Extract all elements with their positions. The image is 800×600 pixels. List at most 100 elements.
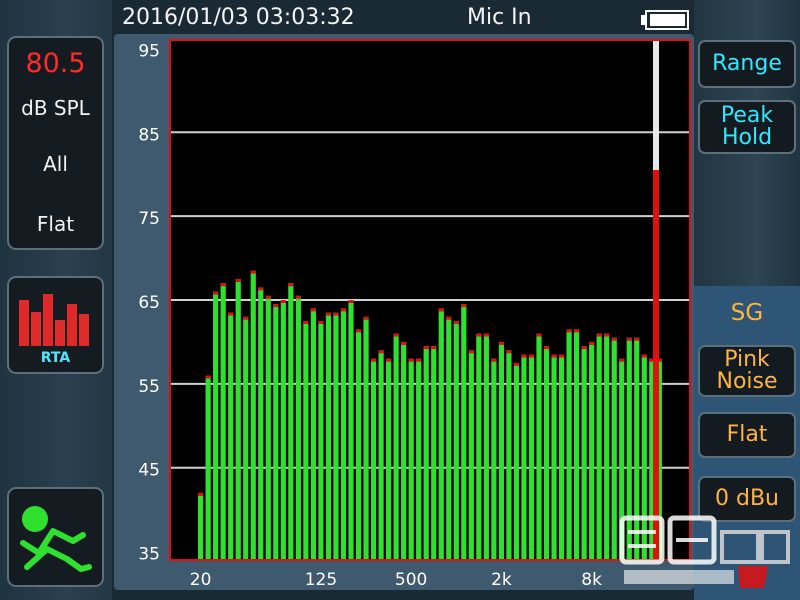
rta-bar-peak (468, 350, 474, 354)
rta-bar (280, 300, 286, 560)
rta-bar-peak (604, 333, 610, 337)
rta-bar (574, 329, 580, 560)
rta-bar (453, 320, 459, 560)
rta-bar-peak (333, 312, 339, 316)
rta-bar (310, 308, 316, 560)
x-tick-label: 20 (190, 570, 212, 590)
rta-bar (604, 333, 610, 560)
rta-bar-peak (423, 346, 429, 350)
rta-bar (250, 270, 256, 560)
peak-hold-button[interactable]: Peak Hold (698, 100, 796, 154)
rta-bar-peak (288, 283, 294, 287)
rta-bar-peak (363, 316, 369, 320)
rta-bar (355, 329, 362, 560)
rta-bar (228, 312, 234, 560)
y-tick-label: 75 (138, 209, 160, 229)
rta-bar-peak (581, 346, 587, 350)
rta-bar (543, 346, 550, 560)
rta-bar-peak (318, 320, 324, 324)
range-button[interactable]: Range (698, 40, 796, 88)
rta-bar (340, 308, 347, 560)
rta-bar (551, 354, 557, 560)
x-tick-label: 125 (305, 570, 337, 590)
rta-bar (303, 320, 309, 560)
rta-bar-peak (491, 358, 497, 362)
x-tick-label: 2k (491, 570, 512, 590)
rta-bar-peak (483, 333, 489, 337)
peak-hold-label-line1: Peak (720, 103, 774, 128)
rta-bar (446, 316, 452, 560)
rta-bar-peak (611, 337, 617, 341)
rta-bar-peak (589, 341, 595, 345)
rta-bar (273, 304, 279, 560)
rta-bar (513, 362, 520, 560)
rta-bar (378, 350, 384, 560)
rta-bar (468, 350, 474, 560)
rta-bar-peak (446, 316, 452, 320)
rta-bar-peak (401, 341, 407, 345)
rta-bar-peak (453, 320, 459, 324)
rta-bar-peak (551, 354, 557, 358)
rta-bar-peak (235, 279, 241, 283)
rta-bar-peak (243, 316, 249, 320)
rta-bar-peak (431, 346, 437, 350)
rta-bar-peak (295, 295, 301, 299)
rta-bar (476, 333, 482, 560)
rta-bar (265, 295, 271, 560)
rta-bar-peak (619, 358, 625, 362)
rta-bar (423, 346, 429, 560)
rta-bar-peak (386, 358, 392, 362)
y-tick-label: 35 (138, 545, 160, 565)
y-tick-label: 95 (138, 41, 160, 61)
rta-bar-peak (280, 300, 286, 303)
x-tick-label: 8k (581, 570, 602, 590)
signal-label-line2: Noise (716, 369, 778, 394)
rta-bar (528, 354, 535, 560)
rta-bar (498, 341, 504, 560)
rta-bar (393, 333, 399, 560)
rta-bar-peak (303, 320, 309, 324)
filter-button[interactable]: Flat (698, 412, 796, 458)
y-tick-label: 85 (138, 125, 160, 145)
pink-noise-button[interactable]: Pink Noise (698, 345, 796, 397)
rta-bar-peak (513, 362, 520, 366)
rta-bar-peak (634, 337, 640, 341)
rta-bar-peak (258, 287, 264, 291)
watermark-logo-icon (619, 515, 790, 588)
rta-bar (581, 346, 587, 560)
rta-bar-peak (355, 329, 362, 333)
rta-bar (611, 337, 617, 560)
y-tick-label: 55 (138, 377, 160, 397)
rta-bar (220, 283, 226, 560)
rta-bar (370, 358, 377, 560)
rta-bar-peak (574, 329, 580, 333)
rta-bar-peak (536, 333, 542, 337)
rta-bar-peak (626, 337, 632, 341)
rta-bar-peak (325, 312, 332, 316)
sg-label: SG (730, 300, 764, 326)
y-tick-label: 45 (138, 461, 160, 481)
rta-bar-peak (476, 333, 482, 337)
rta-bar-peak (461, 304, 467, 308)
rta-bar-peak (265, 295, 271, 299)
rta-bar-peak (416, 358, 422, 362)
rta-bar (558, 354, 565, 560)
rta-bar (363, 316, 369, 560)
rta-bar-peak (641, 354, 647, 358)
rta-bar-peak (506, 350, 512, 354)
rta-bar-peak (228, 312, 234, 316)
rta-bar (408, 358, 414, 560)
rta-bar (348, 300, 354, 560)
signal-label-line1: Pink (724, 347, 770, 372)
y-tick-label: 65 (138, 293, 160, 313)
rta-bar (401, 341, 407, 560)
rta-bar-peak (250, 270, 256, 274)
rta-bar (205, 375, 211, 560)
x-tick-label: 500 (395, 570, 427, 590)
rta-bar-peak (543, 346, 550, 350)
rta-bar-peak (310, 308, 316, 312)
range-label: Range (712, 51, 782, 76)
rta-bar-peak (408, 358, 414, 362)
rta-bar (491, 358, 497, 560)
rta-bar (198, 492, 204, 560)
